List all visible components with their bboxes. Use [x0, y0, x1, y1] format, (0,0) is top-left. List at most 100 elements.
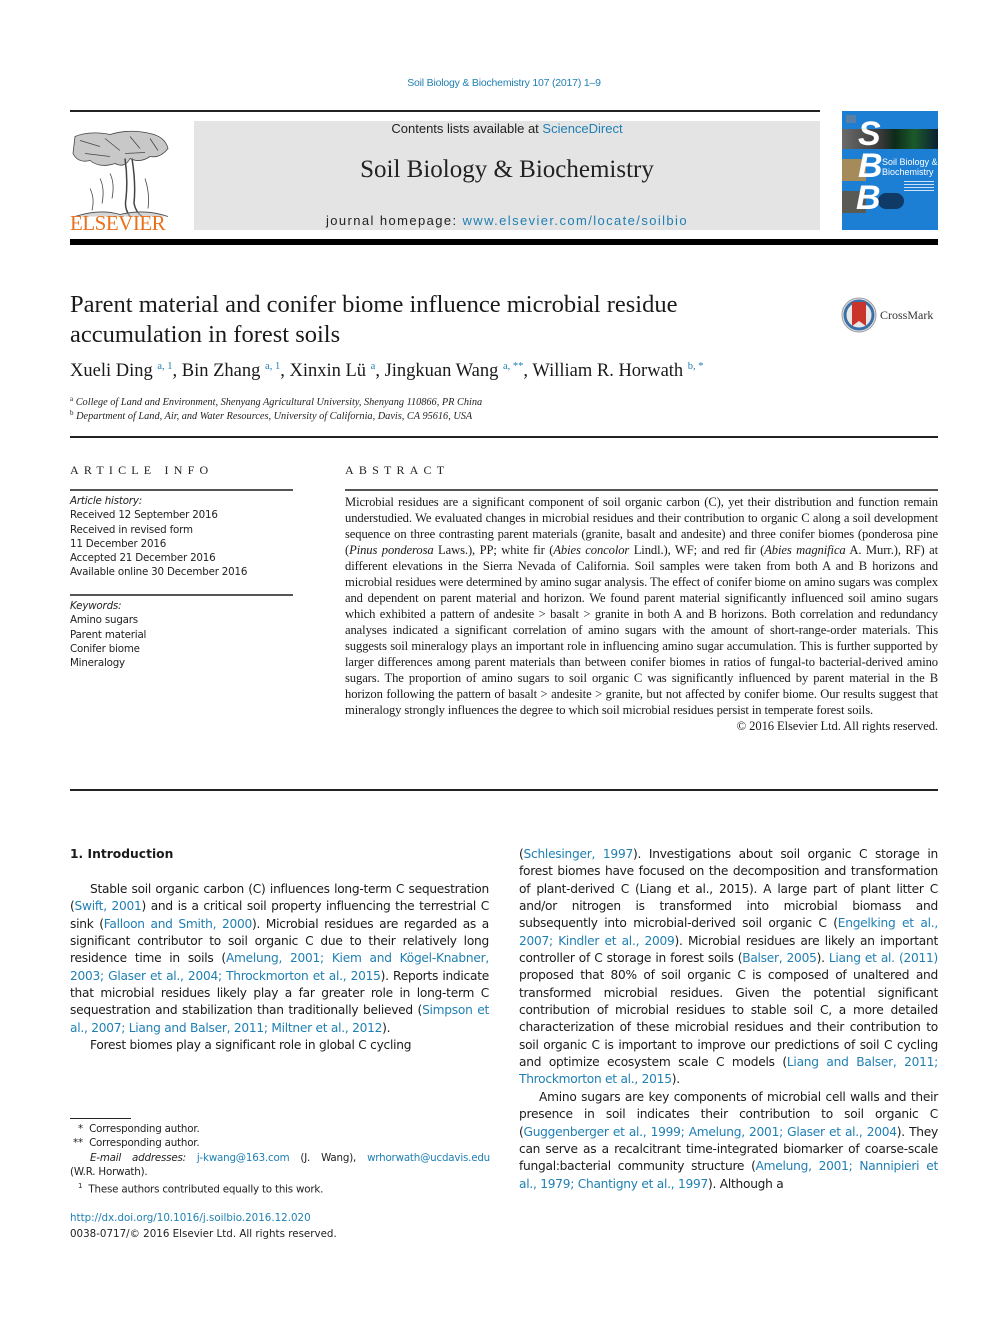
abstract-text: Lindl.), WF; and red fir (	[629, 543, 765, 557]
author-affil-mark[interactable]: a, **	[503, 361, 523, 372]
citation-link[interactable]: Schlesinger, 1997	[524, 847, 634, 861]
crossmark-label: CrossMark	[880, 308, 934, 322]
footnotes: * Corresponding author. ** Corresponding…	[70, 1122, 490, 1197]
email-owner: (J. Wang),	[300, 1151, 357, 1164]
author-affil-mark[interactable]: a, 1	[265, 361, 280, 372]
contents-line: Contents lists available at ScienceDirec…	[194, 121, 820, 136]
cover-publisher-icon	[846, 115, 856, 123]
footnote-mark: **	[73, 1137, 83, 1150]
article-history-label: Article history:	[70, 495, 142, 507]
email-link-horwath[interactable]: wrhorwath@ucdavis.edu	[367, 1152, 490, 1164]
body-text: Forest biomes play a significant role in…	[90, 1038, 412, 1053]
affiliation: a College of Land and Environment, Sheny…	[70, 395, 482, 408]
crossmark-icon	[841, 297, 877, 333]
article-info-rule	[70, 489, 293, 491]
history-item: Available online 30 December 2016	[70, 566, 248, 579]
elsevier-logo-text[interactable]: ELSEVIER	[70, 212, 172, 234]
affiliation-text: College of Land and Environment, Shenyan…	[75, 397, 483, 408]
citation-link[interactable]: Balser, 2005	[742, 951, 817, 965]
section-heading-introduction: 1. Introduction	[70, 847, 174, 861]
email-label: E-mail addresses:	[90, 1151, 186, 1164]
history-item: Received in revised form	[70, 523, 193, 536]
email-link-wang[interactable]: j-kwang@163.com	[197, 1152, 290, 1164]
footnote-corresponding-1: * Corresponding author.	[70, 1122, 490, 1136]
header-thick-rule	[70, 239, 938, 245]
citation-link[interactable]: Liang et al. (2011)	[829, 951, 938, 965]
abstract-heading: ABSTRACT	[345, 463, 450, 477]
front-matter-rule	[70, 789, 938, 791]
author-affil-mark[interactable]: b, *	[688, 361, 704, 372]
footnote-text: These authors contributed equally to thi…	[88, 1183, 324, 1196]
homepage-prefix: journal homepage:	[326, 213, 463, 228]
author-list: Xueli Ding a, 1, Bin Zhang a, 1, Xinxin …	[70, 361, 940, 382]
author[interactable]: Xinxin Lü a,	[289, 361, 384, 381]
author[interactable]: William R. Horwath b, *	[532, 361, 703, 381]
abstract-body: Microbial residues are a significant com…	[345, 494, 938, 734]
footnote-mark: *	[78, 1123, 83, 1135]
author[interactable]: Jingkuan Wang a, **,	[385, 361, 533, 381]
body-left-column: Stable soil organic carbon (C) influence…	[70, 881, 489, 1054]
species-name: Pinus ponderosa	[349, 543, 434, 557]
footnote-text: Corresponding author.	[89, 1123, 200, 1135]
journal-cover[interactable]: S B B Soil Biology & Biochemistry	[842, 111, 938, 230]
species-name: Abies concolor	[553, 543, 630, 557]
footnote-mark: 1	[78, 1182, 83, 1191]
author-separator: ,	[172, 361, 182, 381]
doi-link[interactable]: http://dx.doi.org/10.1016/j.soilbio.2016…	[70, 1212, 311, 1224]
abstract-text: Laws.), PP; white fir (	[433, 543, 554, 557]
journal-homepage: journal homepage: www.elsevier.com/locat…	[194, 213, 820, 228]
author-affil-mark[interactable]: a, 1	[157, 361, 172, 372]
footnote-text: Corresponding author.	[89, 1137, 200, 1150]
article-history: Article history: Received 12 September 2…	[70, 494, 295, 580]
sciencedirect-link[interactable]: ScienceDirect	[542, 121, 622, 136]
author[interactable]: Bin Zhang a, 1,	[182, 361, 290, 381]
crossmark-button[interactable]: CrossMark	[840, 296, 945, 336]
keywords-label: Keywords:	[70, 600, 122, 612]
body-text: ). Although a	[708, 1176, 784, 1191]
affiliation: b Department of Land, Air, and Water Res…	[70, 409, 472, 422]
author-name: Xinxin Lü	[289, 361, 367, 381]
abstract-text: A. Murr.), RF) at different elevations i…	[345, 543, 939, 717]
citation-link[interactable]: Swift, 2001	[75, 899, 142, 913]
affiliation-mark: b	[70, 409, 74, 417]
affiliation-text: Department of Land, Air, and Water Resou…	[76, 411, 473, 422]
footnote-equal-contribution: 1 These authors contributed equally to t…	[70, 1179, 490, 1197]
species-name: Abies magnifica	[764, 543, 846, 557]
author-name: Jingkuan Wang	[384, 361, 499, 381]
citation-link[interactable]: Falloon and Smith, 2000	[104, 917, 253, 931]
keyword: Parent material	[70, 628, 147, 641]
footnote-rule	[70, 1118, 131, 1119]
footnote-email-owner: (W.R. Horwath).	[70, 1165, 148, 1178]
header-rule	[70, 110, 820, 112]
history-item: Received 12 September 2016	[70, 509, 218, 522]
footnote-corresponding-2: ** Corresponding author.	[70, 1136, 490, 1150]
abstract-paragraph: Microbial residues are a significant com…	[345, 494, 938, 718]
body-paragraph: (Schlesinger, 1997). Investigations abou…	[519, 846, 938, 1089]
footnote-emails: E-mail addresses: j-kwang@163.com (J. Wa…	[70, 1151, 490, 1165]
abstract-rule	[345, 489, 938, 491]
history-item: 11 December 2016	[70, 537, 167, 550]
homepage-link[interactable]: www.elsevier.com/locate/soilbio	[463, 213, 688, 228]
issn-copyright: 0038-0717/© 2016 Elsevier Ltd. All right…	[70, 1228, 337, 1240]
keywords: Keywords: Amino sugars Parent material C…	[70, 599, 295, 670]
body-text: ).	[816, 951, 829, 966]
citation-link[interactable]: Guggenberger et al., 1999; Amelung, 2001…	[524, 1125, 898, 1139]
body-paragraph: Amino sugars are key components of micro…	[519, 1089, 938, 1193]
body-text: ).	[671, 1072, 680, 1087]
contents-prefix: Contents lists available at	[391, 121, 543, 136]
affiliation-mark: a	[70, 395, 74, 403]
cover-title-line1: Soil Biology &	[882, 157, 938, 167]
article-title: Parent material and conifer biome influe…	[70, 291, 678, 348]
author[interactable]: Xueli Ding a, 1,	[70, 361, 182, 381]
cover-letter-b2: B	[856, 179, 881, 217]
history-item: Accepted 21 December 2016	[70, 552, 216, 565]
author-name: Xueli Ding	[70, 361, 153, 381]
cover-letter-s: S	[858, 115, 881, 153]
body-text: ).	[382, 1020, 391, 1035]
cover-letter-b1: B	[858, 147, 883, 185]
journal-name: Soil Biology & Biochemistry	[360, 156, 654, 183]
journal-citation[interactable]: Soil Biology & Biochemistry 107 (2017) 1…	[0, 77, 992, 89]
body-right-column: (Schlesinger, 1997). Investigations abou…	[519, 846, 938, 1193]
article-info-heading: ARTICLE INFO	[70, 463, 214, 477]
author-separator: ,	[375, 361, 385, 381]
